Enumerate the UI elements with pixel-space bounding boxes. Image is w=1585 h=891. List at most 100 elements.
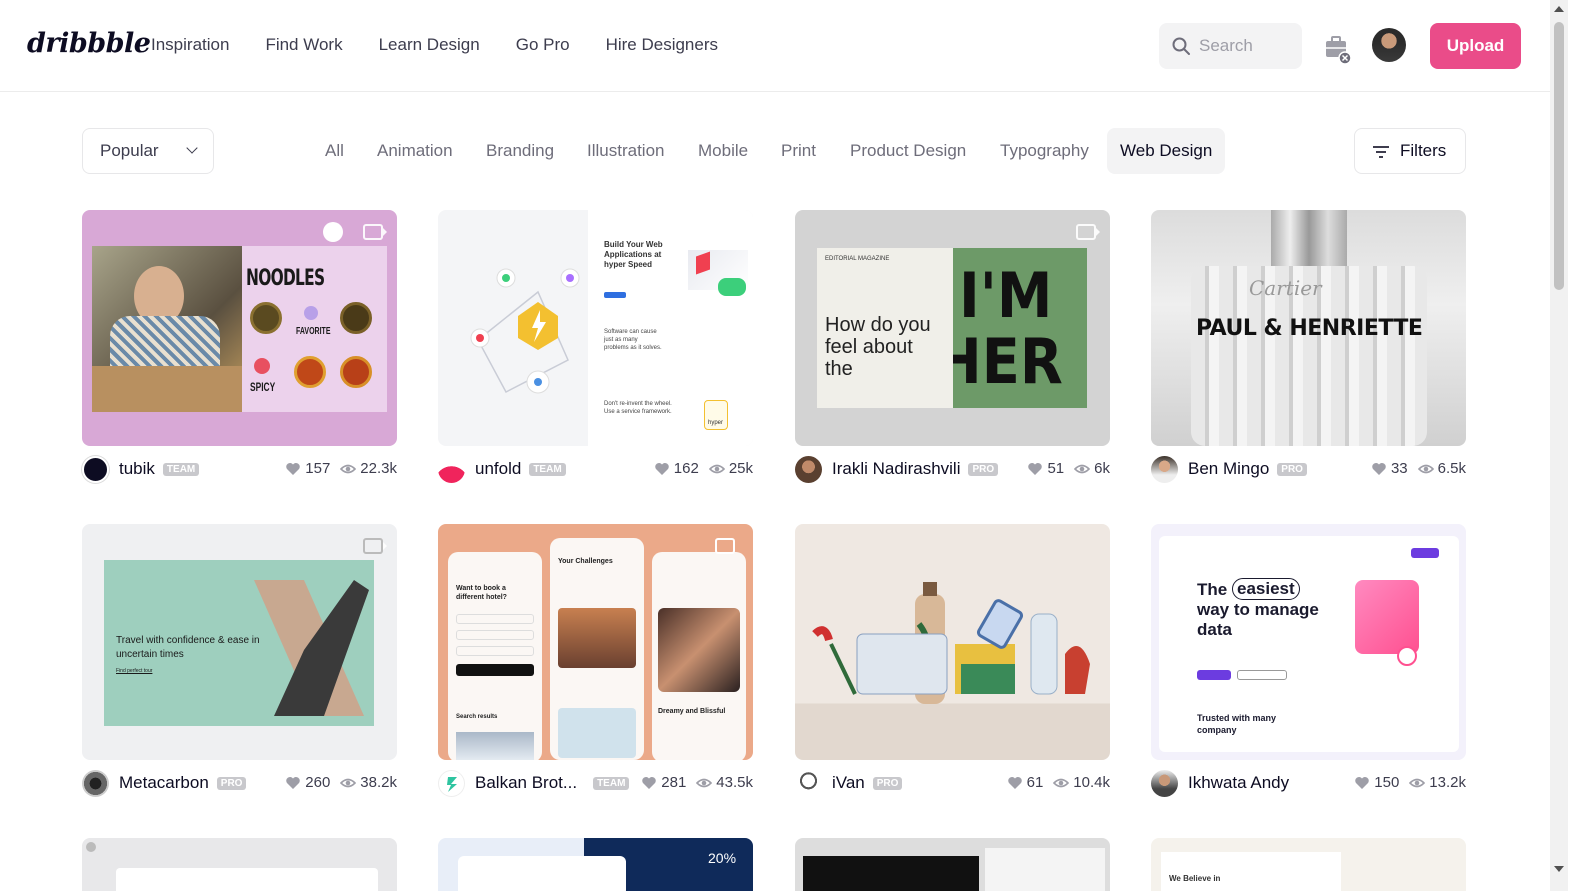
author-name[interactable]: tubik TEAM [119, 459, 200, 479]
page-scrollbar[interactable] [1550, 0, 1568, 891]
shot-card[interactable]: NOODLES FAVORITE SPICY tubik TEAM 157 22.… [82, 210, 397, 485]
shot-stats: 260 38.2k [285, 774, 397, 791]
perfume-cap [1271, 210, 1347, 270]
shot-thumbnail[interactable]: Travel with confidence & ease in uncerta… [82, 524, 397, 760]
author-name[interactable]: Metacarbon PRO [119, 773, 247, 793]
scrollbar-thumb[interactable] [1554, 22, 1564, 290]
heart-icon[interactable] [285, 775, 301, 791]
search-box[interactable] [1159, 23, 1302, 69]
shot-thumbnail[interactable] [82, 838, 397, 891]
shot-card[interactable]: iVan PRO 61 10.4k [795, 524, 1110, 799]
avatar[interactable] [438, 456, 465, 483]
eye-icon [340, 464, 357, 473]
tab-animation[interactable]: Animation [377, 128, 453, 174]
author-name[interactable]: Irakli Nadirashvili PRO [832, 459, 999, 479]
nav-find-work[interactable]: Find Work [265, 35, 342, 55]
nav-inspiration[interactable]: Inspiration [151, 35, 229, 55]
art-sub-2: Don't re-invent the wheel. Use a service… [604, 401, 672, 415]
shot-thumbnail[interactable]: Build Your Web Applications at hyper Spe… [438, 210, 753, 446]
bookmark-icon[interactable] [323, 222, 343, 242]
heart-icon[interactable] [1007, 775, 1023, 791]
shot-thumbnail[interactable]: Want to book a different hotel? Search r… [438, 524, 753, 760]
shot-thumbnail[interactable]: We Believe in [1151, 838, 1466, 891]
heart-icon[interactable] [641, 775, 657, 791]
tab-product-design[interactable]: Product Design [850, 128, 966, 174]
view-count: 6k [1094, 460, 1110, 477]
shot-thumbnail[interactable]: Cartier PAUL & HENRIETTE [1151, 210, 1466, 446]
art-label-2: SPICY [250, 380, 276, 394]
art-small: EDITORIAL MAGAZINE [825, 256, 890, 262]
like-count: 51 [1047, 460, 1065, 477]
view-count: 22.3k [360, 460, 397, 477]
eye-icon [1074, 464, 1091, 473]
shot-card[interactable]: Want to book a different hotel? Search r… [438, 524, 753, 799]
team-badge: TEAM [593, 777, 630, 790]
avatar[interactable] [82, 770, 109, 797]
shot-stats: 51 6k [1027, 460, 1110, 477]
like-count: 61 [1026, 774, 1044, 791]
user-avatar[interactable] [1372, 28, 1406, 62]
shot-stats: 157 22.3k [285, 460, 397, 477]
author-name[interactable]: Ben Mingo PRO [1188, 459, 1307, 479]
like-count: 33 [1390, 460, 1408, 477]
heart-icon[interactable] [1354, 775, 1370, 791]
filters-label: Filters [1400, 141, 1447, 160]
heart-icon[interactable] [654, 461, 670, 477]
heart-icon[interactable] [1027, 461, 1043, 477]
video-icon [363, 224, 387, 240]
shot-card[interactable]: Cartier PAUL & HENRIETTE Ben Mingo PRO 33… [1151, 210, 1466, 485]
tab-illustration[interactable]: Illustration [587, 128, 664, 174]
avatar[interactable] [1151, 770, 1178, 797]
avatar[interactable] [82, 456, 109, 483]
avatar[interactable] [1151, 456, 1178, 483]
tab-web-design[interactable]: Web Design [1107, 128, 1226, 174]
shot-meta: Balkan Brot... TEAM 281 43.5k [438, 769, 753, 799]
heart-icon[interactable] [1371, 461, 1387, 477]
team-badge: TEAM [162, 463, 200, 476]
art-headline: Travel with confidence & ease in uncerta… [116, 635, 260, 660]
tab-mobile[interactable]: Mobile [698, 128, 748, 174]
shot-card[interactable]: Build Your Web Applications at hyper Spe… [438, 210, 753, 485]
shot-card[interactable]: Travel with confidence & ease in uncerta… [82, 524, 397, 799]
avatar[interactable] [795, 770, 822, 797]
shot-thumbnail[interactable]: 20% [438, 838, 753, 891]
shot-thumbnail[interactable]: NOODLES FAVORITE SPICY [82, 210, 397, 446]
heart-icon[interactable] [285, 461, 301, 477]
shot-thumbnail[interactable]: The easiest way to manage data Trusted w… [1151, 524, 1466, 760]
avatar[interactable] [438, 770, 465, 797]
nav-hire-designers[interactable]: Hire Designers [606, 35, 718, 55]
scroll-up-arrow-icon[interactable] [1554, 6, 1564, 12]
author-name[interactable]: iVan PRO [832, 773, 903, 793]
shot-thumbnail[interactable] [795, 838, 1110, 891]
shot-card[interactable]: EDITORIAL MAGAZINE How do you feel about… [795, 210, 1110, 485]
search-input[interactable] [1199, 36, 1299, 56]
nav-go-pro[interactable]: Go Pro [516, 35, 570, 55]
author-name[interactable]: Balkan Brot... TEAM [475, 773, 630, 793]
upload-button[interactable]: Upload [1430, 23, 1521, 69]
nav-learn-design[interactable]: Learn Design [379, 35, 480, 55]
shot-card[interactable]: The easiest way to manage data Trusted w… [1151, 524, 1466, 799]
phone-screen-2: Your Challenges [550, 538, 644, 760]
art-chip: hyper [708, 420, 724, 426]
scroll-down-arrow-icon[interactable] [1554, 866, 1564, 872]
shot-thumbnail[interactable] [795, 524, 1110, 760]
filters-button[interactable]: Filters [1354, 128, 1466, 174]
tab-typography[interactable]: Typography [1000, 128, 1089, 174]
view-count: 43.5k [716, 774, 753, 791]
tab-branding[interactable]: Branding [486, 128, 554, 174]
dribbble-logo[interactable]: dribbble [27, 28, 151, 59]
phone-screen-1: Want to book a different hotel? Search r… [448, 552, 542, 760]
pro-badge: PRO [1277, 463, 1307, 476]
shot-thumbnail[interactable]: EDITORIAL MAGAZINE How do you feel about… [795, 210, 1110, 446]
tab-print[interactable]: Print [781, 128, 816, 174]
avatar[interactable] [795, 456, 822, 483]
sort-dropdown[interactable]: Popular [82, 128, 214, 174]
magazine-page: EDITORIAL MAGAZINE How do you feel about… [817, 248, 953, 408]
art-link: Find perfect tour [116, 668, 153, 674]
art-brand: Cartier [1249, 276, 1322, 300]
author-name[interactable]: unfold TEAM [475, 459, 566, 479]
author-name[interactable]: Ikhwata Andy [1188, 773, 1289, 793]
briefcase-icon[interactable] [1323, 32, 1353, 66]
art-h2: easiest [1232, 578, 1300, 600]
tab-all[interactable]: All [325, 128, 344, 174]
